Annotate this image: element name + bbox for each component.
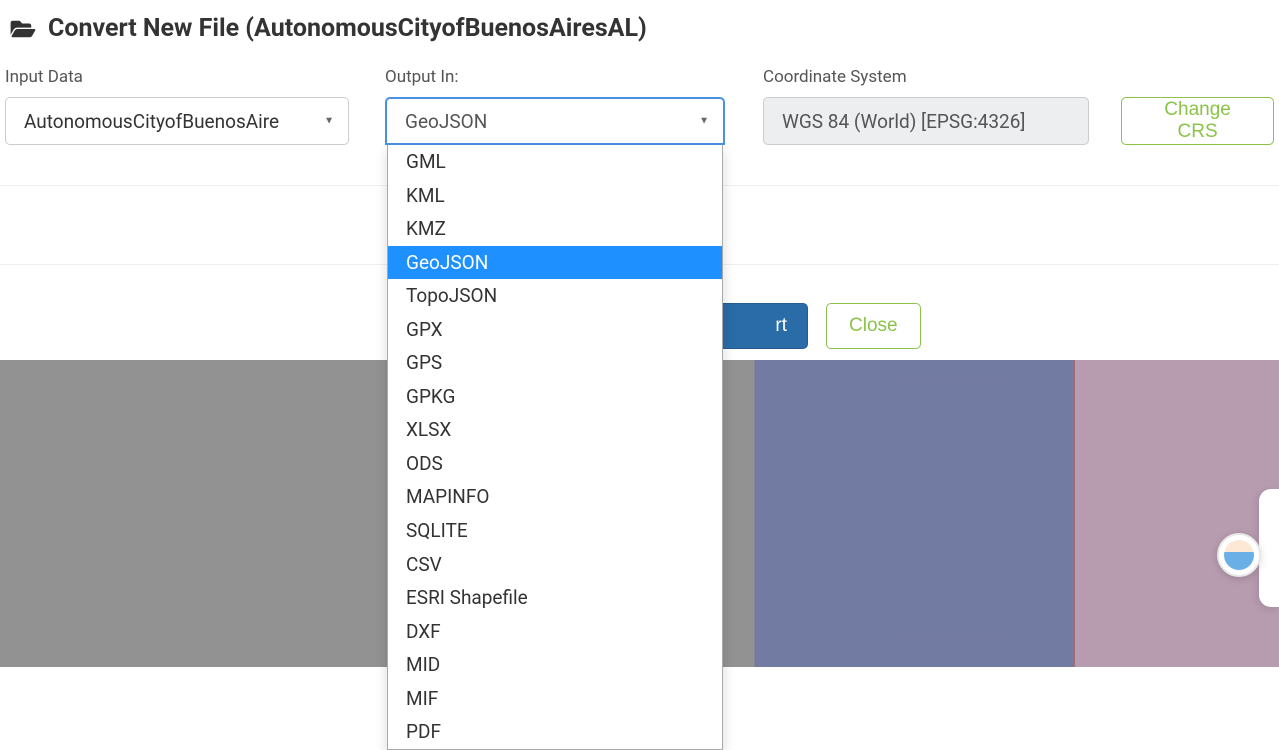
convert-button[interactable]: rt	[718, 303, 808, 349]
input-data-group: Input Data AutonomousCityofBuenosAire ▼	[5, 67, 385, 145]
chat-avatar-button[interactable]	[1217, 533, 1261, 577]
dropdown-option[interactable]: PDF	[388, 715, 722, 749]
close-button[interactable]: Close	[826, 303, 921, 349]
crs-value-display: WGS 84 (World) [EPSG:4326]	[763, 97, 1089, 145]
avatar-icon	[1224, 540, 1254, 570]
map-meridian-line	[1074, 360, 1075, 667]
form-row: Input Data AutonomousCityofBuenosAire ▼ …	[0, 67, 1279, 186]
dropdown-option[interactable]: KMZ	[388, 212, 722, 246]
chat-widget-panel[interactable]	[1259, 489, 1279, 607]
page-title: Convert New File (AutonomousCityofBuenos…	[48, 14, 647, 43]
output-format-dropdown: GMLKMLKMZGeoJSONTopoJSONGPXGPSGPKGXLSXOD…	[387, 145, 723, 750]
dropdown-option[interactable]: GPKG	[388, 380, 722, 414]
dropdown-option[interactable]: TopoJSON	[388, 279, 722, 313]
chevron-down-icon: ▼	[699, 116, 709, 127]
crs-label: Coordinate System	[763, 67, 1274, 87]
chevron-down-icon: ▼	[324, 116, 334, 127]
dropdown-option[interactable]: ODS	[388, 447, 722, 481]
output-format-value: GeoJSON	[405, 110, 487, 133]
crs-value: WGS 84 (World) [EPSG:4326]	[782, 110, 1025, 133]
crs-group: Coordinate System WGS 84 (World) [EPSG:4…	[763, 67, 1274, 145]
dropdown-option[interactable]: GML	[388, 145, 722, 179]
output-format-label: Output In:	[385, 67, 763, 87]
dropdown-option[interactable]: ESRI Shapefile	[388, 581, 722, 615]
input-data-select[interactable]: AutonomousCityofBuenosAire ▼	[5, 97, 349, 145]
output-format-select[interactable]: GeoJSON ▼	[385, 97, 725, 145]
dropdown-option[interactable]: DXF	[388, 615, 722, 649]
dropdown-option[interactable]: GPS	[388, 346, 722, 380]
dropdown-option[interactable]: MAPINFO	[388, 480, 722, 514]
change-crs-button[interactable]: Change CRS	[1121, 97, 1274, 145]
output-format-group: Output In: GeoJSON ▼ GMLKMLKMZGeoJSONTop…	[385, 67, 763, 145]
dropdown-option[interactable]: GeoJSON	[388, 246, 722, 280]
dropdown-option[interactable]: GPX	[388, 313, 722, 347]
dropdown-option[interactable]: MIF	[388, 682, 722, 716]
dropdown-option[interactable]: SQLITE	[388, 514, 722, 548]
page-header: Convert New File (AutonomousCityofBuenos…	[0, 0, 1279, 67]
crs-row: WGS 84 (World) [EPSG:4326] Change CRS	[763, 97, 1274, 145]
dropdown-option[interactable]: XLSX	[388, 413, 722, 447]
dropdown-option[interactable]: CSV	[388, 548, 722, 582]
input-data-value: AutonomousCityofBuenosAire	[24, 110, 279, 133]
input-data-label: Input Data	[5, 67, 385, 87]
dropdown-option[interactable]: KML	[388, 179, 722, 213]
input-data-select-wrap: AutonomousCityofBuenosAire ▼	[5, 97, 385, 145]
output-format-select-wrap: GeoJSON ▼ GMLKMLKMZGeoJSONTopoJSONGPXGPS…	[385, 97, 763, 145]
folder-open-icon	[10, 18, 36, 40]
dropdown-option[interactable]: MID	[388, 648, 722, 682]
